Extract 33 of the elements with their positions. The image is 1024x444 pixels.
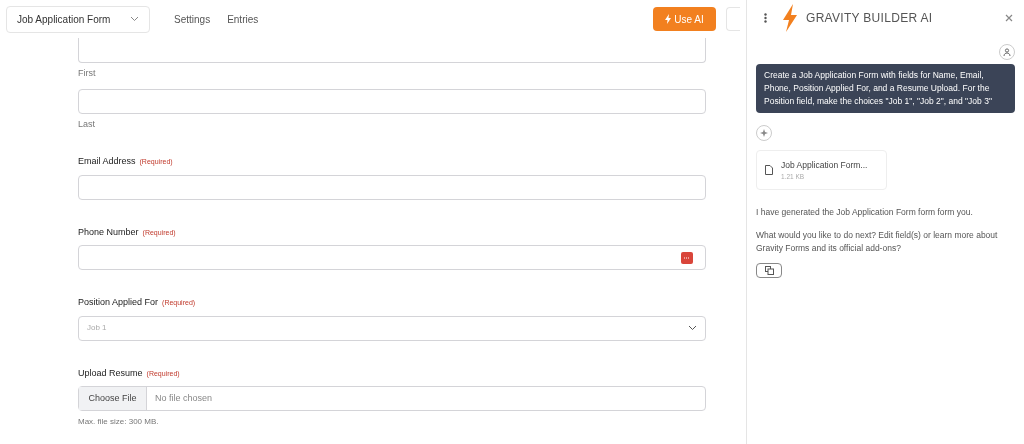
copy-icon [764, 266, 774, 275]
close-icon[interactable] [1005, 14, 1013, 22]
copy-button[interactable] [756, 263, 782, 278]
nav-tab[interactable]: Settings [174, 11, 211, 27]
chevron-down-icon [688, 325, 697, 331]
user-message: Create a Job Application Form with fields for Name, Email, Phone, Position Applied For, and a Resume Upload. For the Position field, make the choices "Job 1", "Job 2", and "Job 3" [756, 64, 1015, 113]
phone-input[interactable] [78, 245, 706, 270]
choose-file-button[interactable]: Choose File [79, 387, 147, 410]
field-label: Upload Resume [78, 366, 143, 380]
file-size-hint: Max. file size: 300 MB. [78, 416, 160, 428]
assistant-reply: What would you like to do next? Edit field(s) or learn more about Gravity Forms and its official add-ons? [756, 229, 999, 255]
nav-tab[interactable]: Entries [227, 11, 259, 27]
field-label: Position Applied For [78, 296, 159, 309]
lightning-logo-icon [782, 4, 798, 32]
assistant-title: GRAVITY BUILDER AI [806, 10, 933, 27]
document-icon [765, 165, 773, 175]
email-input[interactable] [78, 174, 706, 200]
file-status: No file chosen [155, 391, 213, 405]
collapse-button[interactable] [726, 7, 740, 31]
name-input[interactable] [78, 88, 706, 114]
name-input[interactable] [78, 38, 706, 63]
assistant-reply: I have generated the Job Application Form form form you. [756, 206, 974, 219]
form-selector[interactable]: Job Application Form [6, 5, 150, 33]
lightning-icon [665, 14, 672, 24]
attachment-name: Job Application Form... [781, 158, 868, 172]
file-input[interactable]: Choose File No file chosen [78, 386, 706, 411]
more-icon[interactable] [764, 13, 767, 23]
chevron-down-icon [130, 16, 139, 22]
sublabel: First [78, 67, 97, 80]
field-label: Phone Number [78, 225, 139, 239]
field-label: Email Address [78, 155, 136, 168]
autofill-icon [681, 251, 693, 264]
sublabel: Last [78, 117, 96, 131]
